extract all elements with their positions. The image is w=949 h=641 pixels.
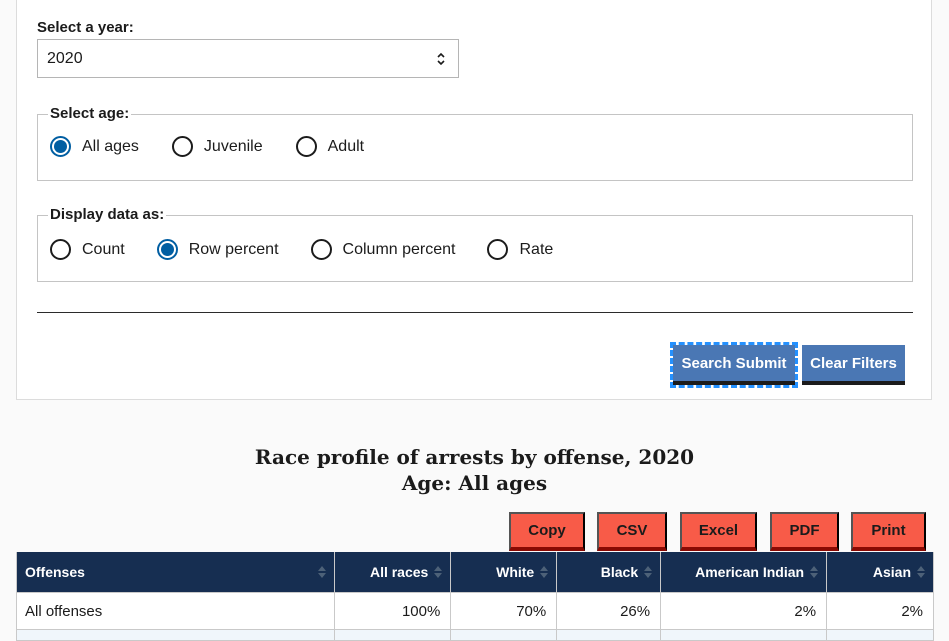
- column-header-black[interactable]: Black: [556, 552, 662, 593]
- radio-label: Column percent: [342, 240, 456, 258]
- cell-asian: 2%: [826, 592, 934, 630]
- age-radio-adult[interactable]: Adult: [295, 136, 365, 157]
- sort-icon: [434, 566, 443, 578]
- print-button[interactable]: Print: [851, 512, 926, 551]
- cell-partial: [334, 629, 452, 641]
- table-row: All offenses 100% 70% 26% 2% 2%: [15, 592, 934, 630]
- age-radio-all-ages[interactable]: All ages: [50, 136, 139, 157]
- radio-checked-icon: [50, 136, 71, 157]
- radio-unchecked-icon: [295, 136, 317, 157]
- cell-partial: [15, 629, 336, 641]
- radio-label: All ages: [82, 137, 139, 155]
- radio-checked-icon: [156, 239, 178, 260]
- display-radio-count[interactable]: Count: [50, 239, 125, 260]
- display-radio-row-percent[interactable]: Row percent: [156, 239, 279, 260]
- display-fieldset: Display data as: Count Row percent Column …: [37, 206, 913, 282]
- year-select-value: 2020: [47, 49, 83, 67]
- arrests-table: Offenses All races White Black American …: [15, 552, 934, 641]
- column-header-all-races[interactable]: All races: [334, 552, 452, 593]
- age-radio-juvenile[interactable]: Juvenile: [171, 136, 263, 157]
- cell-partial: [556, 629, 662, 641]
- sort-icon: [917, 566, 925, 578]
- cell-black: 26%: [556, 592, 662, 630]
- column-header-asian[interactable]: Asian: [826, 552, 934, 593]
- radio-label: Row percent: [188, 240, 279, 258]
- cell-offense: All offenses: [15, 592, 336, 630]
- excel-button[interactable]: Excel: [680, 512, 757, 551]
- year-select[interactable]: 2020: [37, 39, 459, 78]
- display-radio-rate[interactable]: Rate: [487, 239, 553, 260]
- radio-unchecked-icon: [310, 239, 332, 260]
- sort-icon: [318, 566, 327, 578]
- radio-unchecked-icon: [171, 136, 193, 157]
- radio-label: Juvenile: [203, 137, 263, 155]
- divider: [37, 312, 913, 313]
- updown-chevron-icon: [437, 52, 445, 66]
- table-header-row: Offenses All races White Black American …: [15, 552, 934, 593]
- cell-all-races: 100%: [334, 592, 452, 630]
- cell-partial: [660, 629, 828, 641]
- column-header-offenses[interactable]: Offenses: [15, 552, 336, 593]
- radio-unchecked-icon: [50, 239, 71, 260]
- age-fieldset: Select age: All ages Juvenile Adult: [37, 105, 913, 181]
- search-submit-button[interactable]: Search Submit: [670, 342, 798, 388]
- csv-button[interactable]: CSV: [597, 512, 667, 551]
- clear-filters-button[interactable]: Clear Filters: [802, 345, 905, 385]
- pdf-button[interactable]: PDF: [770, 512, 839, 551]
- age-legend: Select age:: [48, 105, 132, 123]
- sort-icon: [810, 566, 819, 578]
- cell-american-indian: 2%: [660, 592, 828, 630]
- age-radio-group: All ages Juvenile Adult: [50, 136, 364, 157]
- radio-label: Adult: [327, 137, 365, 155]
- report-title: Race profile of arrests by offense, 2020: [254, 445, 695, 469]
- display-legend: Display data as:: [48, 206, 167, 224]
- column-header-white[interactable]: White: [450, 552, 558, 593]
- radio-label: Count: [82, 240, 125, 258]
- column-header-american-indian[interactable]: American Indian: [660, 552, 828, 593]
- copy-button[interactable]: Copy: [509, 512, 585, 551]
- cell-partial: [826, 629, 934, 641]
- radio-unchecked-icon: [487, 239, 509, 260]
- report-subtitle: Age: All ages: [401, 471, 548, 495]
- display-radio-group: Count Row percent Column percent Rate: [50, 239, 553, 260]
- table-row-partial: [15, 629, 934, 641]
- radio-label: Rate: [519, 240, 554, 258]
- year-label: Select a year:: [37, 19, 134, 36]
- cell-white: 70%: [450, 592, 558, 630]
- sort-icon: [540, 566, 549, 578]
- cell-partial: [450, 629, 558, 641]
- display-radio-column-percent[interactable]: Column percent: [310, 239, 456, 260]
- sort-icon: [644, 566, 653, 578]
